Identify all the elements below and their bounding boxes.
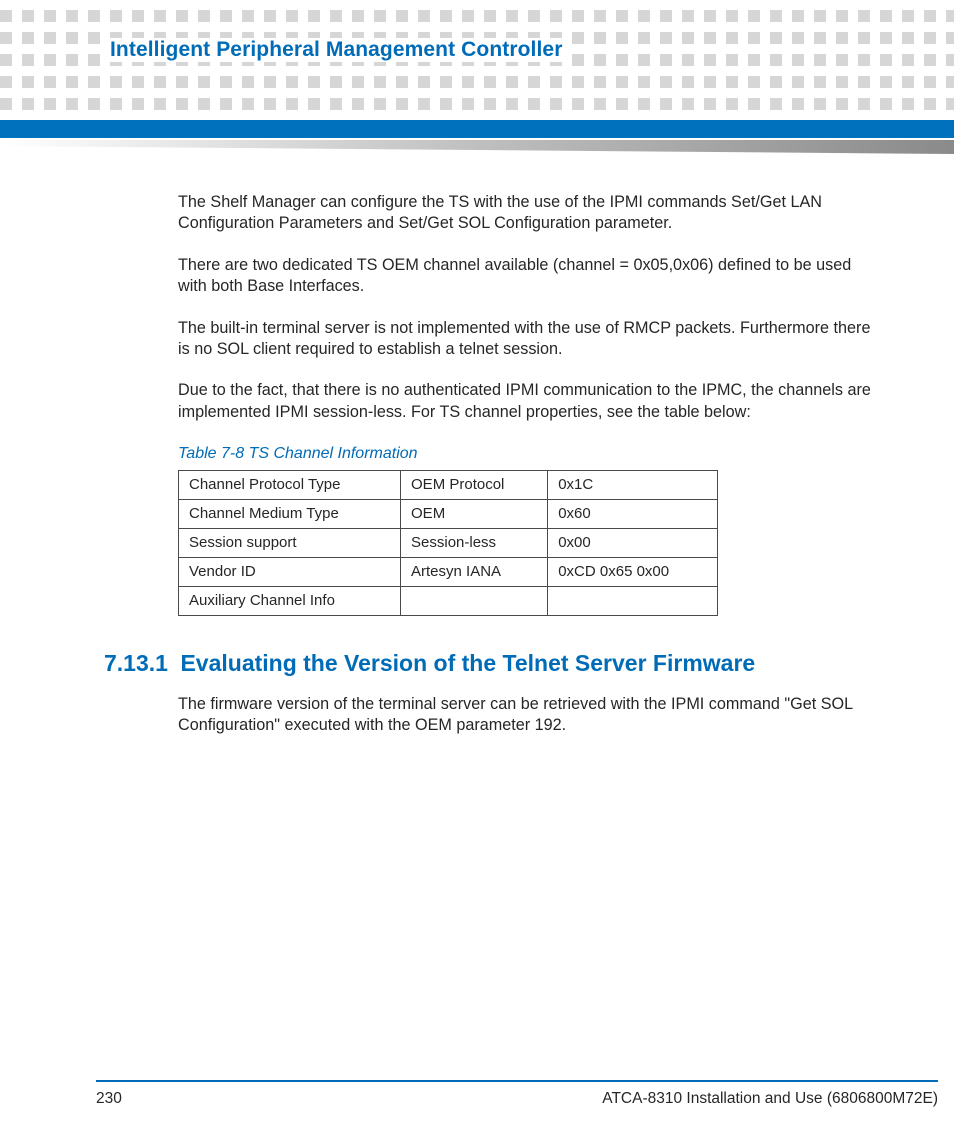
table-cell: Channel Protocol Type (179, 471, 401, 500)
body-content: The Shelf Manager can configure the TS w… (178, 192, 878, 616)
table-cell (401, 587, 548, 616)
table-cell (548, 587, 718, 616)
footer-rule (96, 1080, 938, 1082)
paragraph: The built-in terminal server is not impl… (178, 318, 878, 361)
table-cell: Channel Medium Type (179, 500, 401, 529)
section-title: Evaluating the Version of the Telnet Ser… (180, 650, 755, 676)
table-row: Channel Protocol Type OEM Protocol 0x1C (179, 471, 718, 500)
table-cell: Session-less (401, 529, 548, 558)
page-number: 230 (96, 1090, 122, 1108)
chapter-title: Intelligent Peripheral Management Contro… (104, 38, 572, 62)
table-row: Channel Medium Type OEM 0x60 (179, 500, 718, 529)
section-number: 7.13.1 (104, 650, 176, 677)
table-cell: 0x1C (548, 471, 718, 500)
section-heading: 7.13.1 Evaluating the Version of the Tel… (104, 650, 884, 677)
header-blue-bar (0, 120, 954, 138)
table-cell: OEM (401, 500, 548, 529)
table-cell: Auxiliary Channel Info (179, 587, 401, 616)
section-body: The firmware version of the terminal ser… (178, 694, 878, 737)
table-cell: Session support (179, 529, 401, 558)
paragraph: Due to the fact, that there is no authen… (178, 380, 878, 423)
table-cell: OEM Protocol (401, 471, 548, 500)
paragraph: There are two dedicated TS OEM channel a… (178, 255, 878, 298)
paragraph: The firmware version of the terminal ser… (178, 694, 878, 737)
table-caption: Table 7-8 TS Channel Information (178, 443, 878, 464)
table-cell: 0x60 (548, 500, 718, 529)
table-row: Auxiliary Channel Info (179, 587, 718, 616)
table-cell: Vendor ID (179, 558, 401, 587)
table-cell: 0x00 (548, 529, 718, 558)
ts-channel-info-table: Channel Protocol Type OEM Protocol 0x1C … (178, 470, 718, 616)
table-row: Session support Session-less 0x00 (179, 529, 718, 558)
table-row: Vendor ID Artesyn IANA 0xCD 0x65 0x00 (179, 558, 718, 587)
paragraph: The Shelf Manager can configure the TS w… (178, 192, 878, 235)
header-gray-wedge (0, 140, 954, 154)
page-footer: 230 ATCA-8310 Installation and Use (6806… (96, 1090, 938, 1108)
table-cell: 0xCD 0x65 0x00 (548, 558, 718, 587)
table-cell: Artesyn IANA (401, 558, 548, 587)
doc-id: ATCA-8310 Installation and Use (6806800M… (602, 1090, 938, 1108)
